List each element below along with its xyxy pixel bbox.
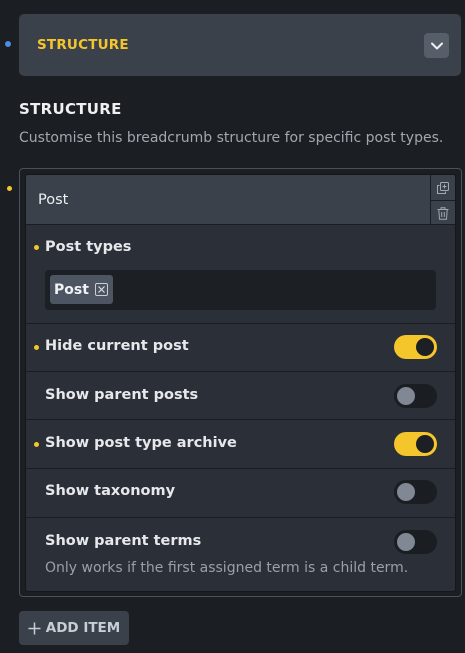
repeater-item-actions — [430, 175, 455, 225]
hide-current-post-toggle[interactable] — [394, 335, 437, 359]
show-post-type-archive-toggle[interactable] — [394, 432, 437, 456]
changed-indicator-dot — [34, 345, 39, 350]
add-item-label: ADD ITEM — [45, 620, 121, 636]
chevron-down-icon — [430, 42, 443, 49]
show-post-type-archive-label: Show post type archive — [45, 435, 237, 451]
post-types-label: Post types — [45, 239, 132, 255]
show-parent-terms-control: Show parent terms Only works if the firs… — [26, 518, 455, 591]
group-title: STRUCTURE — [19, 100, 122, 118]
show-parent-posts-control: Show parent posts — [26, 372, 455, 420]
post-type-chip: Post — [50, 275, 113, 304]
item-indicator-dot — [7, 186, 12, 191]
structure-repeater: Post Post types Post Hide current post S… — [19, 168, 462, 597]
duplicate-button[interactable] — [431, 175, 455, 200]
show-taxonomy-toggle[interactable] — [394, 480, 437, 504]
repeater-item-post: Post Post types Post Hide current post S… — [25, 174, 456, 592]
post-types-select[interactable]: Post — [45, 270, 436, 310]
delete-button[interactable] — [431, 200, 455, 225]
repeater-item-header[interactable]: Post — [26, 175, 431, 225]
toggle-knob — [416, 338, 434, 356]
section-title: STRUCTURE — [37, 37, 129, 53]
show-parent-terms-label: Show parent terms — [45, 533, 202, 549]
section-header[interactable]: STRUCTURE — [19, 14, 461, 76]
changed-indicator-dot — [34, 442, 39, 447]
section-indicator-dot — [5, 41, 11, 47]
post-types-control: Post types Post — [26, 225, 455, 324]
show-taxonomy-label: Show taxonomy — [45, 483, 176, 499]
close-icon — [98, 286, 105, 293]
remove-chip-button[interactable] — [94, 283, 108, 296]
collapse-button[interactable] — [424, 33, 449, 58]
show-post-type-archive-control: Show post type archive — [26, 420, 455, 469]
hide-current-post-control: Hide current post — [26, 324, 455, 372]
group-description: Customise this breadcrumb structure for … — [19, 130, 444, 146]
changed-indicator-dot — [34, 245, 39, 250]
toggle-knob — [397, 387, 415, 405]
show-parent-posts-label: Show parent posts — [45, 387, 199, 403]
toggle-knob — [397, 533, 415, 551]
plus-icon — [28, 622, 41, 634]
post-type-chip-label: Post — [54, 281, 89, 298]
add-item-button[interactable]: ADD ITEM — [19, 611, 129, 645]
trash-icon — [437, 206, 449, 220]
show-parent-terms-toggle[interactable] — [394, 530, 437, 554]
show-taxonomy-control: Show taxonomy — [26, 469, 455, 518]
toggle-knob — [397, 483, 415, 501]
repeater-item-title: Post — [38, 191, 69, 208]
show-parent-posts-toggle[interactable] — [394, 384, 437, 408]
toggle-knob — [416, 435, 434, 453]
hide-current-post-label: Hide current post — [45, 338, 189, 354]
duplicate-icon — [437, 181, 449, 194]
breadcrumb-structure-panel: STRUCTURE STRUCTURE Customise this bread… — [0, 0, 465, 653]
show-parent-terms-hint: Only works if the first assigned term is… — [45, 560, 409, 576]
